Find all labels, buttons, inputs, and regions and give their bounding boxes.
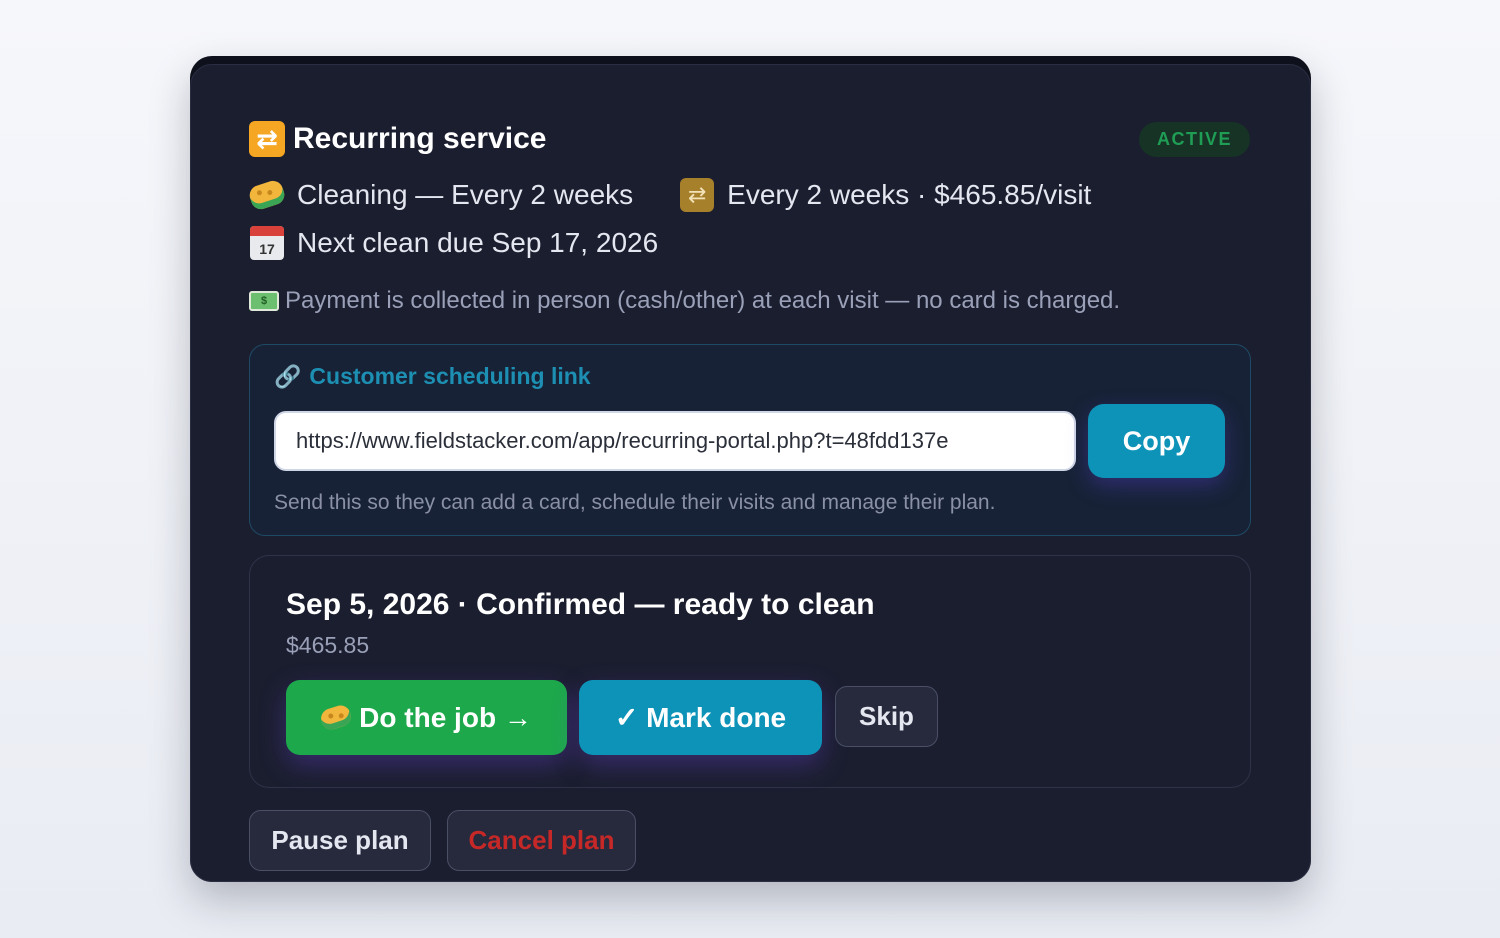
status-badge: ACTIVE bbox=[1138, 121, 1250, 157]
card-title: Recurring service bbox=[293, 122, 547, 155]
pause-plan-button[interactable]: Pause plan bbox=[249, 810, 431, 871]
service-info-row: Cleaning — Every 2 weeks ⇄ Every 2 weeks… bbox=[247, 177, 1092, 213]
scheduling-link-input[interactable] bbox=[274, 411, 1076, 471]
next-due-row: 17 Next clean due Sep 17, 2026 bbox=[249, 225, 658, 261]
visit-title: Sep 5, 2026 · Confirmed — ready to clean bbox=[286, 588, 875, 621]
repeat-icon: ⇄ bbox=[249, 121, 285, 157]
sponge-icon bbox=[247, 177, 287, 213]
link-icon: 🔗 bbox=[274, 363, 302, 389]
payment-note-row: $ Payment is collected in person (cash/o… bbox=[249, 287, 1120, 315]
copy-button[interactable]: Copy bbox=[1088, 404, 1225, 478]
repeat-icon: ⇄ bbox=[679, 177, 715, 213]
next-due-text: Next clean due Sep 17, 2026 bbox=[297, 227, 659, 258]
scheduling-link-title: 🔗 Customer scheduling link bbox=[274, 363, 591, 390]
visit-card: Sep 5, 2026 · Confirmed — ready to clean… bbox=[249, 555, 1251, 788]
card-header: ⇄ Recurring service ACTIVE bbox=[249, 119, 1250, 159]
card-title-group: ⇄ Recurring service bbox=[249, 121, 546, 157]
skip-button[interactable]: Skip bbox=[835, 686, 938, 747]
service-label: Cleaning — Every 2 weeks bbox=[297, 179, 634, 210]
scheduling-link-label: Customer scheduling link bbox=[309, 363, 591, 389]
payment-note: Payment is collected in person (cash/oth… bbox=[285, 287, 1121, 314]
cancel-plan-button[interactable]: Cancel plan bbox=[447, 810, 636, 871]
calendar-icon: 17 bbox=[249, 225, 285, 261]
cash-icon: $ bbox=[249, 291, 279, 311]
mark-done-button[interactable]: ✓ Mark done bbox=[579, 680, 822, 755]
recurring-service-card: ⇄ Recurring service ACTIVE Cleaning — Ev… bbox=[190, 64, 1311, 882]
scheduling-link-help: Send this so they can add a card, schedu… bbox=[274, 491, 996, 514]
frequency-price: Every 2 weeks · $465.85/visit bbox=[727, 179, 1092, 210]
do-job-label: Do the job → bbox=[359, 701, 532, 733]
visit-price: $465.85 bbox=[286, 632, 370, 658]
recurring-service-card-shadow: ⇄ Recurring service ACTIVE Cleaning — Ev… bbox=[190, 56, 1311, 882]
scheduling-link-panel: 🔗 Customer scheduling link Copy Send thi… bbox=[249, 344, 1251, 536]
sponge-icon bbox=[318, 702, 354, 733]
do-job-button[interactable]: Do the job → bbox=[286, 680, 567, 755]
